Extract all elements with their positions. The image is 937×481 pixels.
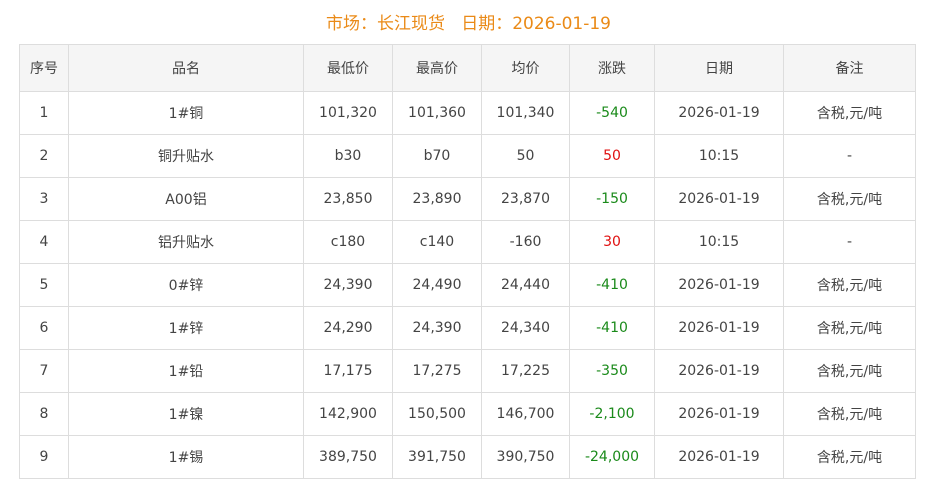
- cell-avg: 146,700: [481, 392, 570, 436]
- cell-low: c180: [303, 220, 393, 264]
- cell-index: 2: [19, 134, 69, 178]
- page-title: 市场：长江现货 日期：2026-01-19: [325, 14, 611, 34]
- cell-change: -350: [569, 349, 655, 393]
- table-row: 1 1#铜 101,320 101,360 101,340 -540 2026-01-19 含…: [19, 91, 916, 135]
- cell-high: c140: [392, 220, 482, 264]
- cell-index: 4: [19, 220, 69, 264]
- cell-note: 含税,元/吨: [783, 263, 916, 307]
- cell-change: 30: [569, 220, 655, 264]
- cell-date: 2026-01-19: [654, 435, 784, 479]
- cell-index: 9: [19, 435, 69, 479]
- cell-change: -410: [569, 263, 655, 307]
- cell-high: 391,750: [392, 435, 482, 479]
- cell-low: 142,900: [303, 392, 393, 436]
- cell-name: 1#铅: [68, 349, 304, 393]
- cell-note: 含税,元/吨: [783, 177, 916, 221]
- cell-date: 2026-01-19: [654, 349, 784, 393]
- cell-date: 10:15: [654, 220, 784, 264]
- header-index: 序号: [19, 44, 69, 92]
- table-row: 9 1#锡 389,750 391,750 390,750 -24,000 2026-01-…: [19, 435, 916, 479]
- cell-name: 1#镍: [68, 392, 304, 436]
- cell-avg: 101,340: [481, 91, 570, 135]
- cell-avg: 390,750: [481, 435, 570, 479]
- cell-note: 含税,元/吨: [783, 306, 916, 350]
- cell-low: 101,320: [303, 91, 393, 135]
- cell-change: -24,000: [569, 435, 655, 479]
- cell-name: 铝升贴水: [68, 220, 304, 264]
- cell-index: 6: [19, 306, 69, 350]
- cell-avg: 24,440: [481, 263, 570, 307]
- cell-avg: 24,340: [481, 306, 570, 350]
- header-low: 最低价: [303, 44, 393, 92]
- cell-change: -410: [569, 306, 655, 350]
- cell-change: -540: [569, 91, 655, 135]
- cell-note: -: [783, 220, 916, 264]
- cell-index: 8: [19, 392, 69, 436]
- cell-date: 2026-01-19: [654, 392, 784, 436]
- cell-date: 2026-01-19: [654, 177, 784, 221]
- cell-high: 101,360: [392, 91, 482, 135]
- table-row: 2 铜升贴水 b30 b70 50 50 10:15-: [19, 134, 916, 178]
- cell-date: 2026-01-19: [654, 306, 784, 350]
- cell-low: b30: [303, 134, 393, 178]
- cell-date: 2026-01-19: [654, 263, 784, 307]
- cell-low: 24,290: [303, 306, 393, 350]
- header-name: 品名: [68, 44, 304, 92]
- cell-note: -: [783, 134, 916, 178]
- cell-name: A00铝: [68, 177, 304, 221]
- cell-avg: 23,870: [481, 177, 570, 221]
- header-change: 涨跌: [569, 44, 655, 92]
- cell-high: 150,500: [392, 392, 482, 436]
- cell-high: 17,275: [392, 349, 482, 393]
- cell-name: 铜升贴水: [68, 134, 304, 178]
- cell-name: 0#锌: [68, 263, 304, 307]
- cell-note: 含税,元/吨: [783, 91, 916, 135]
- table-row: 7 1#铅 17,175 17,275 17,225 -350 2026-01-19 含税,元…: [19, 349, 916, 393]
- cell-high: b70: [392, 134, 482, 178]
- cell-note: 含税,元/吨: [783, 435, 916, 479]
- table-row: 3 A00铝 23,850 23,890 23,870 -150 2026-01-19 含税,…: [19, 177, 916, 221]
- table-row: 4 铝升贴水 c180 c140 -160 30 10:15-: [19, 220, 916, 264]
- cell-change: -150: [569, 177, 655, 221]
- cell-low: 24,390: [303, 263, 393, 307]
- cell-date: 2026-01-19: [654, 91, 784, 135]
- table-row: 6 1#锌 24,290 24,390 24,340 -410 2026-01-19 含税,元…: [19, 306, 916, 350]
- cell-note: 含税,元/吨: [783, 349, 916, 393]
- cell-high: 24,390: [392, 306, 482, 350]
- cell-avg: 50: [481, 134, 570, 178]
- table-header-row: 序号 品名 最低价 最高价 均价 涨跌 日期 备注: [19, 44, 916, 92]
- cell-low: 17,175: [303, 349, 393, 393]
- cell-index: 5: [19, 263, 69, 307]
- cell-name: 1#铜: [68, 91, 304, 135]
- price-table: 序号 品名 最低价 最高价 均价 涨跌 日期 备注 1 1#铜 101,320 101…: [19, 44, 916, 479]
- cell-high: 24,490: [392, 263, 482, 307]
- cell-low: 23,850: [303, 177, 393, 221]
- cell-change: -2,100: [569, 392, 655, 436]
- cell-avg: -160: [481, 220, 570, 264]
- cell-name: 1#锡: [68, 435, 304, 479]
- cell-note: 含税,元/吨: [783, 392, 916, 436]
- cell-index: 1: [19, 91, 69, 135]
- header-high: 最高价: [392, 44, 482, 92]
- cell-high: 23,890: [392, 177, 482, 221]
- cell-avg: 17,225: [481, 349, 570, 393]
- cell-name: 1#锌: [68, 306, 304, 350]
- table-row: 5 0#锌 24,390 24,490 24,440 -410 2026-01-19 含税,元…: [19, 263, 916, 307]
- cell-date: 10:15: [654, 134, 784, 178]
- cell-index: 7: [19, 349, 69, 393]
- header-avg: 均价: [481, 44, 570, 92]
- cell-low: 389,750: [303, 435, 393, 479]
- header-note: 备注: [783, 44, 916, 92]
- cell-change: 50: [569, 134, 655, 178]
- cell-index: 3: [19, 177, 69, 221]
- header-date: 日期: [654, 44, 784, 92]
- table-row: 8 1#镍 142,900 150,500 146,700 -2,100 2026-01-1…: [19, 392, 916, 436]
